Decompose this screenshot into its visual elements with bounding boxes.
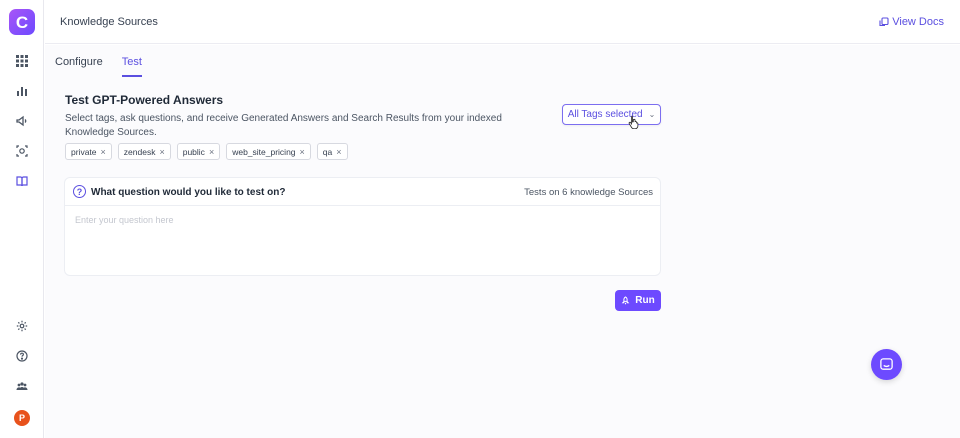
question-circle-icon: ? <box>73 185 86 198</box>
tag-label: zendesk <box>123 146 156 157</box>
section-title: Test GPT-Powered Answers <box>65 93 224 107</box>
remove-tag-icon[interactable]: × <box>300 147 305 157</box>
tab-configure[interactable]: Configure <box>55 56 103 77</box>
megaphone-icon[interactable] <box>13 112 31 130</box>
tag-list: private × zendesk × public × web_site_prici… <box>65 143 348 160</box>
grid-icon[interactable] <box>13 52 31 70</box>
remove-tag-icon[interactable]: × <box>209 147 214 157</box>
run-button-label: Run <box>635 295 655 306</box>
remove-tag-icon[interactable]: × <box>101 147 106 157</box>
tag-label: qa <box>322 146 333 157</box>
view-docs-label: View Docs <box>892 16 944 28</box>
remove-tag-icon[interactable]: × <box>159 147 164 157</box>
team-icon[interactable] <box>13 377 31 395</box>
scan-icon[interactable] <box>13 142 31 160</box>
page-title: Knowledge Sources <box>60 16 158 28</box>
tab-bar: Configure Test <box>55 56 142 77</box>
section-description: Select tags, ask questions, and receive … <box>65 113 502 138</box>
view-docs-link[interactable]: View Docs <box>879 16 944 28</box>
tag-chip: zendesk × <box>117 143 171 160</box>
remove-tag-icon[interactable]: × <box>336 147 341 157</box>
chat-launcher-button[interactable] <box>871 349 902 380</box>
help-icon[interactable] <box>13 347 31 365</box>
question-heading: What question would you like to test on? <box>91 187 286 198</box>
book-icon[interactable] <box>13 172 31 190</box>
tag-label: web_site_pricing <box>232 146 296 157</box>
tab-test[interactable]: Test <box>121 56 142 77</box>
chat-icon <box>880 358 893 370</box>
hand-cursor-icon <box>628 115 639 129</box>
sidebar: C P <box>0 0 44 438</box>
external-doc-icon <box>879 17 889 27</box>
run-button[interactable]: Run <box>615 290 661 311</box>
app-logo[interactable]: C <box>9 9 35 35</box>
question-input[interactable] <box>75 215 645 225</box>
chevron-down-icon: ⌄ <box>648 110 656 119</box>
tag-chip: private × <box>65 143 112 160</box>
tag-label: public <box>182 146 205 157</box>
avatar-letter: P <box>18 413 25 423</box>
logo-letter: C <box>15 12 29 32</box>
tag-filter-dropdown[interactable]: All Tags selected ⌄ <box>562 104 661 125</box>
tag-label: private <box>71 146 97 157</box>
rocket-icon <box>621 296 630 305</box>
user-avatar[interactable]: P <box>14 410 30 426</box>
main-content: Configure Test Test GPT-Powered Answers … <box>45 45 960 438</box>
question-card-header: ? What question would you like to test o… <box>65 178 660 206</box>
chart-icon[interactable] <box>13 82 31 100</box>
tag-chip: qa × <box>316 143 348 160</box>
tag-chip: public × <box>176 143 221 160</box>
knowledge-source-count: Tests on 6 knowledge Sources <box>524 187 653 198</box>
tag-chip: web_site_pricing × <box>226 143 311 160</box>
question-card: ? What question would you like to test o… <box>64 177 661 276</box>
settings-icon[interactable] <box>13 317 31 335</box>
top-header: Knowledge Sources View Docs <box>45 0 960 44</box>
